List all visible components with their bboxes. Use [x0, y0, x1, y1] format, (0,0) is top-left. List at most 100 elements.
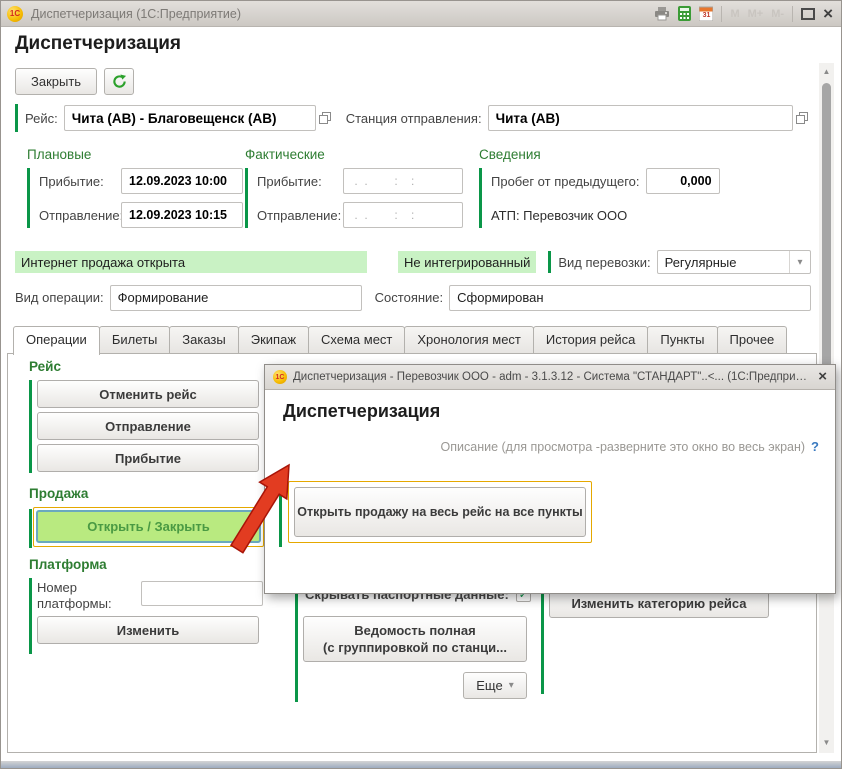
- 1c-logo-icon: 1С: [7, 6, 23, 22]
- operation-row: Вид операции: Формирование Состояние: Сф…: [15, 284, 811, 311]
- tab-trip-history[interactable]: История рейса: [533, 326, 648, 353]
- trip-group-title: Рейс: [29, 359, 61, 374]
- transport-kind-value: Регулярные: [665, 255, 737, 270]
- memory-subtract-button[interactable]: M-: [771, 8, 784, 20]
- planned-departure-label: Отправление:: [39, 208, 121, 223]
- details-title: Сведения: [479, 147, 779, 162]
- tab-orders[interactable]: Заказы: [169, 326, 238, 353]
- refresh-button[interactable]: [104, 68, 134, 95]
- operation-kind-field[interactable]: Формирование: [110, 285, 362, 311]
- green-marker-bar: [29, 578, 32, 654]
- actual-arrival-label: Прибытие:: [257, 174, 343, 189]
- details-section: Сведения Пробег от предыдущего: 0,000 АТ…: [479, 147, 779, 228]
- form-toolbar: Закрыть: [15, 68, 134, 95]
- planned-arrival-label: Прибытие:: [39, 174, 121, 189]
- titlebar-divider: [721, 6, 722, 22]
- actual-departure-field[interactable]: . . : :: [343, 202, 463, 228]
- green-marker-bar: [29, 380, 32, 473]
- main-titlebar: 1С Диспетчеризация (1С:Предприятие) 31 M…: [1, 1, 841, 27]
- state-label: Состояние:: [375, 290, 443, 305]
- close-icon[interactable]: ×: [823, 7, 833, 21]
- dialog-title: Диспетчеризация - Перевозчик ООО - adm -…: [293, 371, 812, 383]
- dialog-description: Описание (для просмотра -разверните это …: [441, 440, 806, 454]
- maximize-icon[interactable]: [801, 8, 815, 20]
- route-row: Рейс: Чита (АВ) - Благовещенск (АВ) Стан…: [15, 104, 811, 132]
- red-arrow-annotation: [225, 457, 301, 557]
- actual-arrival-field[interactable]: . . : :: [343, 168, 463, 194]
- more-label: Еще: [476, 678, 502, 693]
- dialog-close-icon[interactable]: ×: [818, 370, 827, 384]
- memory-recall-button[interactable]: M: [730, 8, 739, 20]
- trip-open-icon[interactable]: [316, 106, 334, 130]
- mileage-label: Пробег от предыдущего:: [491, 174, 640, 189]
- close-form-button[interactable]: Закрыть: [15, 68, 97, 95]
- help-icon[interactable]: ?: [811, 439, 819, 454]
- trip-label: Рейс:: [25, 111, 58, 126]
- planned-arrival-field[interactable]: 12.09.2023 10:00: [121, 168, 243, 194]
- calendar-icon[interactable]: 31: [699, 6, 713, 21]
- titlebar-divider: [792, 6, 793, 22]
- tab-crew[interactable]: Экипаж: [238, 326, 309, 353]
- actual-departure-label: Отправление:: [257, 208, 343, 223]
- platform-number-label: Номер платформы:: [37, 580, 137, 612]
- trip-field[interactable]: Чита (АВ) - Благовещенск (АВ): [64, 105, 316, 131]
- operation-kind-label: Вид операции:: [15, 290, 104, 305]
- mileage-field[interactable]: 0,000: [646, 168, 720, 194]
- green-marker-bar: [15, 104, 18, 132]
- sale-group-title: Продажа: [29, 486, 88, 501]
- tab-seat-history[interactable]: Хронология мест: [404, 326, 534, 353]
- green-marker-bar: [295, 584, 298, 702]
- internet-sale-status: Интернет продажа открыта: [15, 251, 367, 273]
- chevron-down-icon: ▾: [509, 680, 514, 691]
- tab-operations[interactable]: Операции: [13, 326, 100, 355]
- tab-points[interactable]: Пункты: [647, 326, 717, 353]
- transport-kind-label: Вид перевозки:: [558, 255, 650, 270]
- app-window: 1С Диспетчеризация (1С:Предприятие) 31 M…: [0, 0, 842, 769]
- dialog-titlebar: 1С Диспетчеризация - Перевозчик ООО - ad…: [265, 365, 835, 390]
- window-bottom-edge: [1, 761, 841, 768]
- actual-section: Фактические Прибытие: . . : : Отправлени…: [245, 147, 471, 228]
- open-sale-all-points-button[interactable]: Открыть продажу на весь рейс на все пунк…: [294, 487, 586, 537]
- green-marker-bar: [541, 582, 544, 694]
- green-marker-bar: [29, 509, 32, 548]
- departure-button[interactable]: Отправление: [37, 412, 259, 440]
- transport-kind-select[interactable]: Регулярные ▾: [657, 250, 811, 274]
- planned-title: Плановые: [27, 147, 245, 162]
- full-sheet-button[interactable]: Ведомость полная (с группировкой по стан…: [303, 616, 527, 662]
- planned-section: Плановые Прибытие: 12.09.2023 10:00 Отпр…: [27, 147, 245, 228]
- dialog-description-row: Описание (для просмотра -разверните это …: [441, 439, 819, 454]
- scroll-down-icon[interactable]: ▼: [819, 738, 834, 747]
- calendar-day-label: 31: [699, 12, 713, 19]
- cancel-trip-button[interactable]: Отменить рейс: [37, 380, 259, 408]
- station-open-icon[interactable]: [793, 106, 811, 130]
- full-sheet-line2: (с группировкой по станци...: [323, 639, 507, 656]
- state-field[interactable]: Сформирован: [449, 285, 811, 311]
- tab-bar: Операции Билеты Заказы Экипаж Схема мест…: [14, 326, 787, 353]
- memory-add-button[interactable]: M+: [748, 8, 764, 20]
- planned-departure-field[interactable]: 12.09.2023 10:15: [121, 202, 243, 228]
- green-marker-bar: [548, 251, 551, 273]
- refresh-icon: [112, 74, 127, 89]
- station-label: Станция отправления:: [346, 111, 482, 126]
- 1c-logo-icon: 1С: [273, 370, 287, 384]
- tab-other[interactable]: Прочее: [717, 326, 788, 353]
- station-field[interactable]: Чита (АВ): [488, 105, 793, 131]
- tab-seat-map[interactable]: Схема мест: [308, 326, 405, 353]
- full-sheet-line1: Ведомость полная: [354, 622, 475, 639]
- scroll-up-icon[interactable]: ▲: [819, 67, 834, 76]
- platform-number-field[interactable]: [141, 581, 263, 606]
- actual-title: Фактические: [245, 147, 471, 162]
- tab-tickets[interactable]: Билеты: [99, 326, 170, 353]
- chevron-down-icon[interactable]: ▾: [789, 251, 810, 273]
- print-icon[interactable]: [654, 7, 670, 21]
- dialog-heading: Диспетчеризация: [283, 401, 440, 422]
- dispatch-dialog: 1С Диспетчеризация - Перевозчик ООО - ad…: [264, 364, 836, 594]
- change-platform-button[interactable]: Изменить: [37, 616, 259, 644]
- atp-text: АТП: Перевозчик ООО: [491, 208, 627, 223]
- page-title: Диспетчеризация: [15, 33, 181, 55]
- integration-status: Не интегрированный: [398, 251, 536, 273]
- window-title: Диспетчеризация (1С:Предприятие): [31, 7, 241, 21]
- platform-group-title: Платформа: [29, 557, 107, 572]
- more-button[interactable]: Еще ▾: [463, 672, 527, 699]
- calculator-icon[interactable]: [678, 6, 691, 21]
